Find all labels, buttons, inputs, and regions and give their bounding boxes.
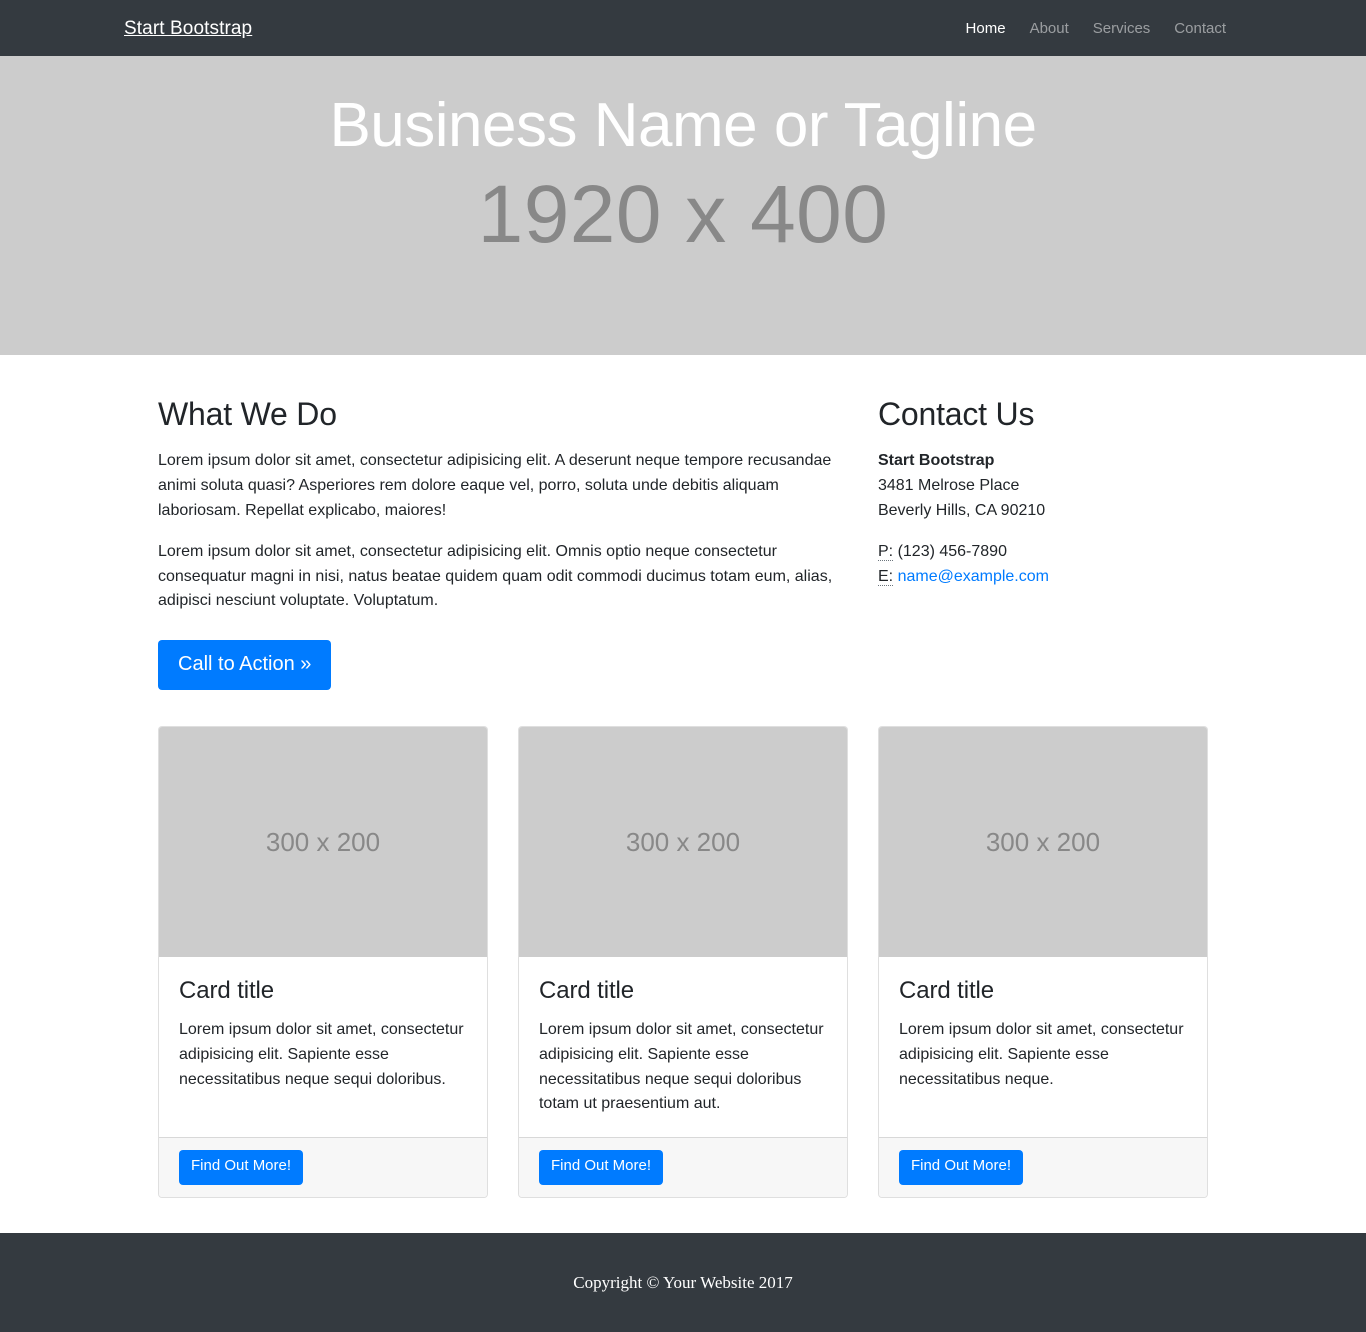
card-body: Card title Lorem ipsum dolor sit amet, c… [519, 957, 847, 1137]
card-column-1: 300 x 200 Card title Lorem ipsum dolor s… [143, 726, 503, 1198]
nav-item-about: About [1018, 13, 1081, 44]
find-out-more-button[interactable]: Find Out More! [538, 1150, 664, 1185]
contact-address-line-1: 3481 Melrose Place [877, 477, 1020, 495]
call-to-action-button[interactable]: Call to Action » [158, 640, 332, 691]
card-image-placeholder: 300 x 200 [878, 727, 1207, 958]
hero-caption: Business Name or Tagline [329, 91, 1037, 160]
nav-item-contact: Contact [1162, 13, 1238, 44]
contact-company: Start Bootstrap [877, 452, 995, 470]
nav-link-home[interactable]: Home [954, 13, 1018, 44]
card-footer: Find Out More! [159, 1137, 487, 1197]
find-out-more-button[interactable]: Find Out More! [898, 1150, 1024, 1185]
contact-phone-value: (123) 456-7890 [897, 542, 1007, 560]
nav-item-home: Home [954, 13, 1018, 44]
navbar-brand[interactable]: Start Bootstrap [124, 19, 252, 38]
contact-us-column: Contact Us Start Bootstrap 3481 Melrose … [863, 385, 1223, 690]
card-image-placeholder: 300 x 200 [518, 727, 847, 958]
card-body: Card title Lorem ipsum dolor sit amet, c… [879, 957, 1207, 1137]
card-title: Card title [179, 977, 275, 1005]
card: 300 x 200 Card title Lorem ipsum dolor s… [877, 726, 1208, 1198]
hero-placeholder-label: 1920 x 400 [477, 169, 889, 260]
hero-banner: 1920 x 400 Business Name or Tagline [0, 56, 1366, 355]
nav-link-contact[interactable]: Contact [1162, 13, 1238, 44]
contact-phone-line: P: (123) 456-7890 [877, 540, 1208, 565]
card-image-placeholder: 300 x 200 [159, 727, 487, 958]
card-column-3: 300 x 200 Card title Lorem ipsum dolor s… [863, 726, 1223, 1198]
what-we-do-paragraph-2: Lorem ipsum dolor sit amet, consectetur … [158, 542, 833, 610]
contact-us-title: Contact Us [877, 396, 1035, 432]
what-we-do-title: What We Do [158, 396, 337, 432]
card-image-label: 300 x 200 [625, 826, 741, 857]
top-navbar: Start Bootstrap Home About Services Cont… [0, 0, 1366, 56]
card-image-label: 300 x 200 [265, 826, 381, 857]
contact-email-line: E: name@example.com [877, 565, 1208, 590]
contact-details-block: P: (123) 456-7890 E: name@example.com [877, 540, 1208, 590]
nav-item-services: Services [1081, 13, 1163, 44]
card-text: Lorem ipsum dolor sit amet, consectetur … [898, 1020, 1184, 1088]
card: 300 x 200 Card title Lorem ipsum dolor s… [517, 726, 848, 1198]
card-footer: Find Out More! [518, 1137, 847, 1197]
nav-link-about[interactable]: About [1018, 13, 1081, 44]
card-text: Lorem ipsum dolor sit amet, consectetur … [538, 1020, 824, 1113]
card-title: Card title [538, 977, 635, 1005]
contact-email-link[interactable]: name@example.com [898, 568, 1049, 585]
card-text: Lorem ipsum dolor sit amet, consectetur … [179, 1020, 464, 1088]
navbar-nav: Home About Services Contact [954, 13, 1238, 44]
email-abbr: E: [877, 567, 894, 586]
card-footer: Find Out More! [878, 1137, 1207, 1197]
phone-abbr: P: [877, 542, 894, 561]
card: 300 x 200 Card title Lorem ipsum dolor s… [158, 726, 488, 1198]
nav-link-services[interactable]: Services [1081, 13, 1163, 44]
cards-row: 300 x 200 Card title Lorem ipsum dolor s… [143, 726, 1223, 1232]
card-image-label: 300 x 200 [985, 826, 1101, 857]
site-footer: Copyright © Your Website 2017 [0, 1232, 1366, 1332]
card-column-2: 300 x 200 Card title Lorem ipsum dolor s… [503, 726, 863, 1198]
main-content: What We Do Lorem ipsum dolor sit amet, c… [0, 355, 1366, 1233]
intro-row: What We Do Lorem ipsum dolor sit amet, c… [143, 355, 1223, 691]
card-title: Card title [898, 977, 995, 1005]
footer-copyright: Copyright © Your Website 2017 [573, 1272, 793, 1292]
card-body: Card title Lorem ipsum dolor sit amet, c… [159, 957, 487, 1137]
what-we-do-column: What We Do Lorem ipsum dolor sit amet, c… [143, 385, 863, 691]
contact-address-block: Start Bootstrap 3481 Melrose Place Bever… [878, 449, 1208, 523]
footer-container: Copyright © Your Website 2017 [128, 1271, 1238, 1295]
contact-address-line-2: Beverly Hills, CA 90210 [877, 501, 1046, 519]
find-out-more-button[interactable]: Find Out More! [179, 1150, 304, 1185]
what-we-do-paragraph-1: Lorem ipsum dolor sit amet, consectetur … [158, 452, 832, 519]
